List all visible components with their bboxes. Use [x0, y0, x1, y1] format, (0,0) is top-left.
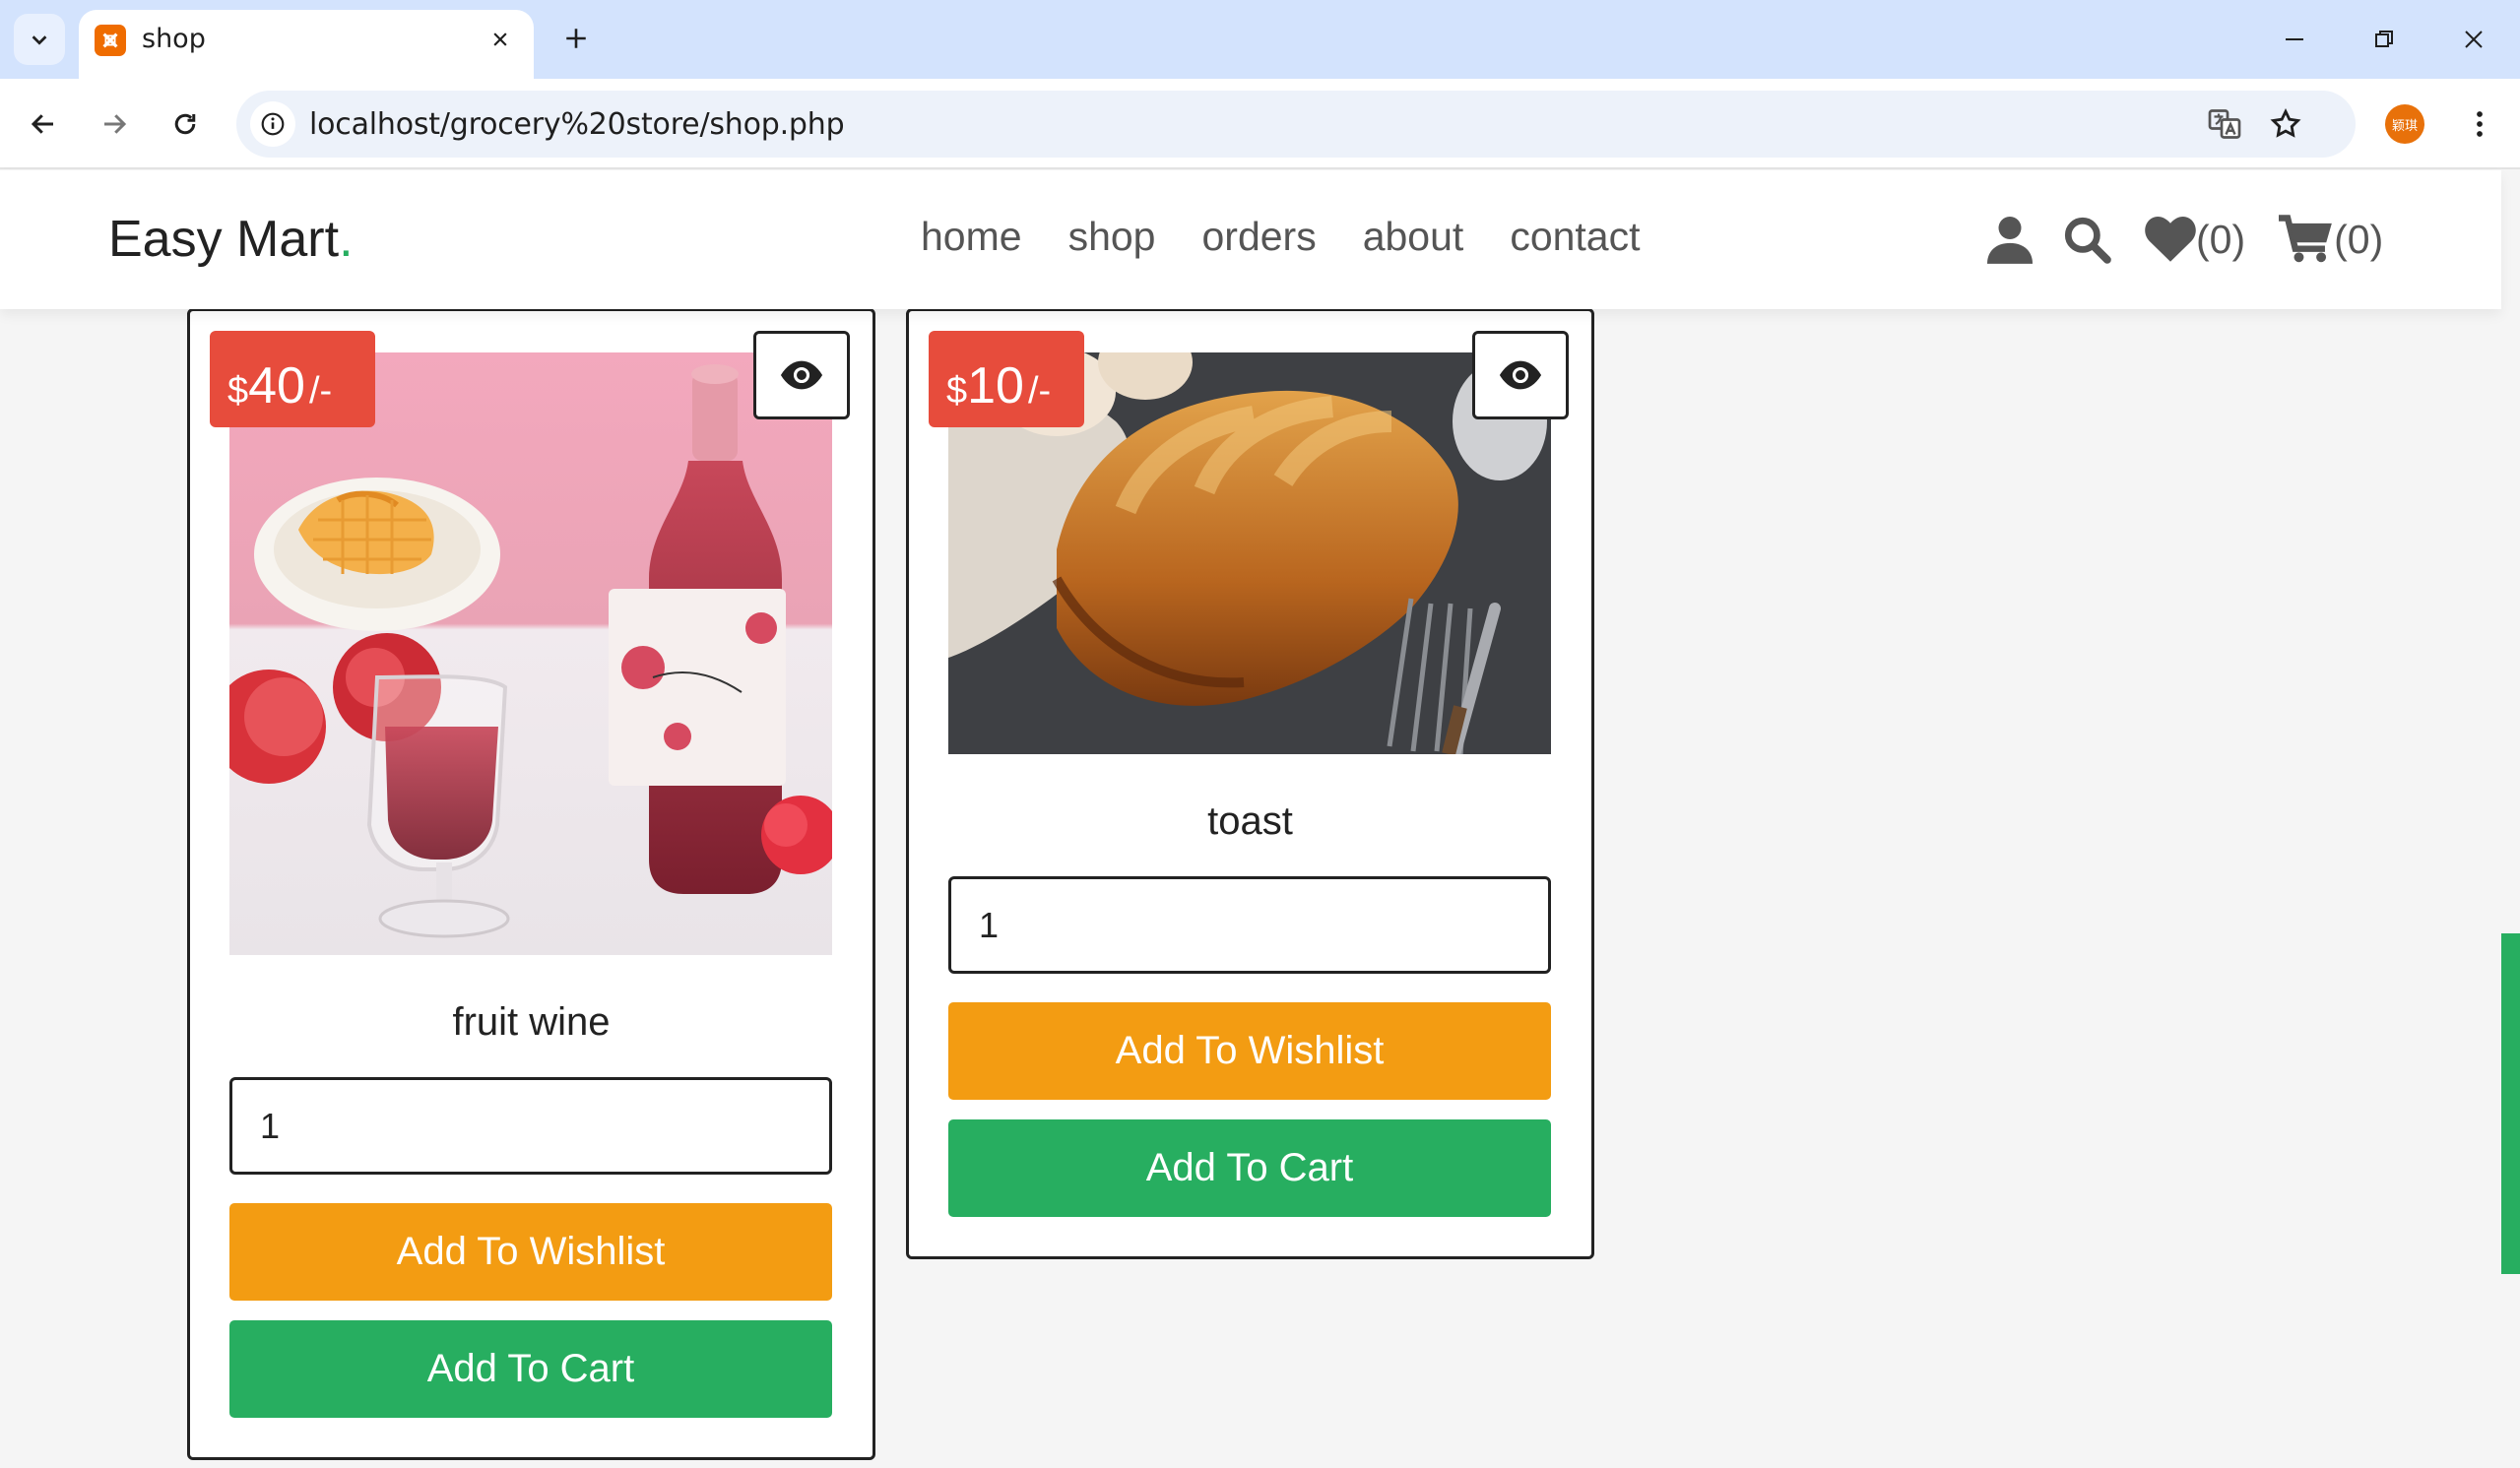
price-badge: $40/-: [210, 331, 375, 427]
wishlist-count: (0): [2196, 216, 2246, 262]
cart-icon: [2279, 215, 2332, 263]
price-amount: 10: [967, 357, 1024, 415]
price-suffix: /-: [308, 370, 333, 412]
quick-view-button[interactable]: [1472, 331, 1569, 419]
close-window-icon[interactable]: [2444, 10, 2503, 69]
fruit-wine-image: [229, 352, 832, 955]
browser-toolbar: localhost/grocery%20store/shop.php 颖琪: [0, 79, 2520, 169]
reload-icon[interactable]: [160, 98, 211, 150]
price-amount: 40: [248, 357, 305, 415]
url-text[interactable]: localhost/grocery%20store/shop.php: [309, 107, 845, 142]
minimize-icon[interactable]: [2265, 10, 2324, 69]
tab-title: shop: [142, 24, 206, 54]
profile-avatar[interactable]: 颖琪: [2385, 104, 2424, 144]
product-card: $10/- toast Add To Wishlist Add To Cart: [906, 308, 1594, 1259]
nav-link-about[interactable]: about: [1363, 214, 1464, 260]
nav-link-shop[interactable]: shop: [1068, 214, 1156, 260]
site-info-icon[interactable]: [250, 101, 295, 147]
chevron-down-icon: [32, 35, 47, 45]
eye-icon: [780, 360, 823, 390]
close-tab-icon[interactable]: [483, 22, 518, 57]
xampp-favicon-icon: [95, 25, 126, 56]
logo-text: Easy Mart: [108, 211, 340, 268]
address-bar[interactable]: localhost/grocery%20store/shop.php: [236, 91, 2356, 158]
main-nav: home shop orders about contact: [921, 214, 1687, 260]
wishlist-link[interactable]: (0): [2145, 217, 2245, 263]
add-to-cart-button[interactable]: Add To Cart: [229, 1320, 832, 1418]
price-currency: $: [227, 370, 249, 412]
price-badge: $10/-: [929, 331, 1084, 427]
quantity-input[interactable]: [948, 876, 1551, 974]
browser-menu-icon[interactable]: [2456, 100, 2503, 148]
price-suffix: /-: [1027, 370, 1052, 412]
site-header: Easy Mart. home shop orders about contac…: [0, 170, 2501, 309]
browser-tab-shop[interactable]: shop: [79, 10, 534, 79]
search-icon[interactable]: [2062, 215, 2111, 264]
restore-icon[interactable]: [2355, 10, 2414, 69]
eye-icon: [1499, 360, 1542, 390]
scrollbar-thumb[interactable]: [2501, 933, 2520, 1274]
user-icon[interactable]: [1987, 215, 2033, 264]
nav-link-home[interactable]: home: [921, 214, 1022, 260]
nav-link-orders[interactable]: orders: [1201, 214, 1316, 260]
forward-arrow-icon[interactable]: [89, 98, 140, 150]
new-tab-plus-icon[interactable]: [555, 18, 597, 59]
header-icons: (0) (0): [1987, 210, 2383, 269]
site-logo[interactable]: Easy Mart.: [108, 210, 354, 269]
tab-search-button[interactable]: [14, 14, 65, 65]
cart-count: (0): [2334, 216, 2384, 262]
browser-tabstrip: shop: [0, 0, 2520, 79]
add-to-wishlist-button[interactable]: Add To Wishlist: [948, 1002, 1551, 1100]
quick-view-button[interactable]: [753, 331, 850, 419]
product-name: toast: [1207, 799, 1293, 843]
price-currency: $: [946, 370, 968, 412]
translate-icon[interactable]: [2204, 103, 2245, 145]
quantity-input[interactable]: [229, 1077, 832, 1175]
bookmark-star-icon[interactable]: [2265, 103, 2306, 145]
add-to-wishlist-button[interactable]: Add To Wishlist: [229, 1203, 832, 1301]
product-card: $40/- fruit wine Add To Wishlist Add To …: [187, 308, 875, 1460]
back-arrow-icon[interactable]: [18, 98, 69, 150]
logo-dot: .: [339, 211, 354, 268]
cart-link[interactable]: (0): [2279, 215, 2383, 264]
product-name: fruit wine: [452, 1000, 611, 1044]
heart-icon: [2145, 217, 2196, 262]
add-to-cart-button[interactable]: Add To Cart: [948, 1119, 1551, 1217]
nav-link-contact[interactable]: contact: [1510, 214, 1640, 260]
